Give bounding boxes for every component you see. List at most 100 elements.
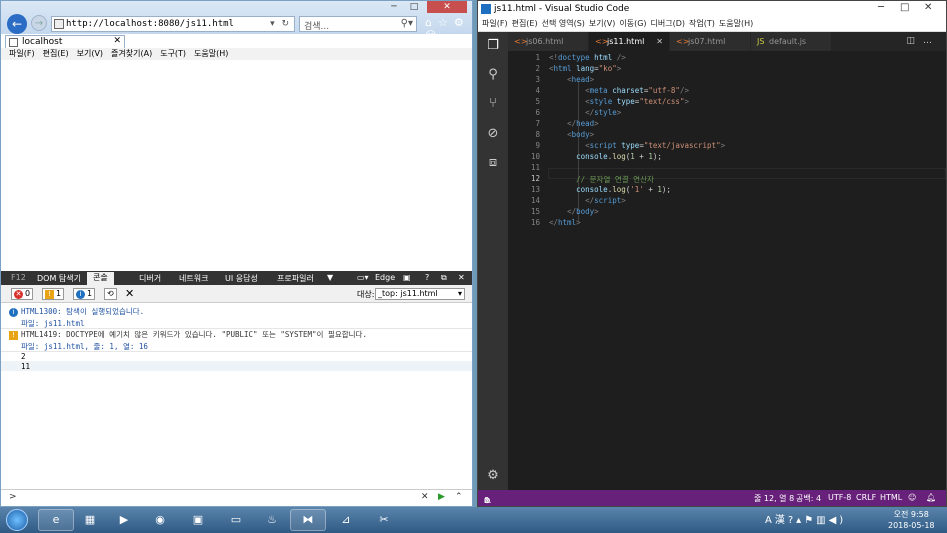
tab-close-icon[interactable]: ✕ (656, 32, 663, 51)
line-number: 5 (535, 97, 540, 106)
forward-button[interactable]: → (31, 15, 47, 31)
menu-selection[interactable]: 선택 영역(S) (542, 19, 585, 28)
warning-filter[interactable]: ! 1 (42, 288, 65, 300)
error-filter[interactable]: ✕ 0 (11, 288, 34, 300)
menu-help[interactable]: 도움말(H) (194, 49, 228, 58)
explorer-icon[interactable]: ❐ (485, 38, 501, 54)
devtools-tabbar: F12 DOM 탐색기 콘솔 디버거 네트워크 UI 응답성 프로파일러 ▼ ▭… (1, 271, 472, 285)
tab-profiler[interactable]: 프로파일러 (277, 273, 314, 284)
menu-favorites[interactable]: 즐겨찾기(A) (111, 49, 152, 58)
tab-default-js[interactable]: JS default.js (751, 32, 831, 51)
dock-icon[interactable]: ▣ (403, 273, 411, 282)
more-tabs-icon[interactable]: ▼ (327, 273, 333, 282)
tab-ui-responsiveness[interactable]: UI 응답성 (225, 273, 258, 284)
tab-js07[interactable]: <> js07.html (670, 32, 750, 51)
chrome-taskbar-icon[interactable]: ◉ (142, 509, 178, 531)
more-actions-icon[interactable]: … (923, 36, 940, 46)
explorer-taskbar-icon[interactable]: ▦ (72, 509, 108, 531)
network-icon[interactable]: ▥ (816, 515, 828, 526)
notifications-icon[interactable]: 🔔︎ (926, 493, 936, 502)
flag-icon[interactable]: ⚑ (804, 515, 816, 526)
search-icon[interactable]: ⚲▾ (401, 18, 413, 29)
menu-file[interactable]: 파일(F) (9, 49, 35, 58)
line-ending[interactable]: CRLF (856, 493, 876, 502)
ie-taskbar-icon[interactable]: e (38, 509, 74, 531)
menu-view[interactable]: 보기(V) (589, 19, 615, 28)
volume-icon[interactable]: ◀) (829, 515, 847, 526)
tab-close-icon[interactable]: ✕ (113, 36, 121, 46)
menu-file[interactable]: 파일(F) (482, 19, 508, 28)
menu-view[interactable]: 보기(V) (77, 49, 103, 58)
emulation-icon[interactable]: ▭▾ (357, 273, 369, 282)
devtools-close-icon[interactable]: ✕ (458, 273, 465, 282)
code-editor[interactable]: 1 <!doctype html /> 2 <html lang="ko"> 3… (508, 51, 946, 490)
target-select[interactable]: _top: js11.html ▾ (375, 288, 465, 300)
smiley-icon[interactable]: ☺ (425, 29, 442, 42)
home-icon[interactable]: ⌂ (425, 16, 438, 29)
vscode-taskbar-icon[interactable]: ⧓ (290, 509, 326, 531)
menu-tasks[interactable]: 작업(T) (689, 19, 715, 28)
vscode-titlebar: js11.html - Visual Studio Code ─ □ ✕ (478, 1, 946, 18)
run-icon[interactable]: ▶ (438, 492, 445, 502)
clear-input-icon[interactable]: ✕ (421, 492, 429, 502)
tab-js06[interactable]: <> js06.html (508, 32, 588, 51)
emulation-mode[interactable]: Edge (375, 273, 395, 282)
maximize-button[interactable]: □ (900, 2, 909, 13)
expand-icon[interactable]: ⌃ (455, 492, 463, 502)
minimize-button[interactable]: ─ (385, 1, 403, 13)
close-button[interactable]: ✕ (924, 2, 932, 13)
menu-edit[interactable]: 편집(E) (512, 19, 538, 28)
search-icon[interactable]: ⚲ (485, 67, 501, 83)
message-filter[interactable]: i1 (73, 288, 96, 300)
menu-help[interactable]: 도움말(H) (719, 19, 753, 28)
show-hidden-icons[interactable]: ▴ (796, 515, 804, 526)
start-button[interactable] (6, 509, 28, 531)
menu-edit[interactable]: 편집(E) (43, 49, 69, 58)
close-button[interactable]: ✕ (427, 1, 467, 13)
extensions-icon[interactable]: ⧈ (485, 155, 501, 171)
clear-console-icon[interactable]: ✕ (125, 287, 134, 300)
debug-icon[interactable]: ⊘ (485, 126, 501, 142)
ime-icon[interactable]: A漢 (765, 515, 788, 526)
terminal-taskbar-icon[interactable]: ▭ (218, 509, 254, 531)
refresh-icon[interactable]: ▾ ↻ (270, 19, 291, 29)
address-bar[interactable]: http://localhost:8080/js11.html ▾ ↻ (51, 16, 295, 32)
code-line: <style type="text/css"> (585, 97, 689, 106)
feedback-icon[interactable]: ☺ (908, 493, 916, 502)
tab-js11[interactable]: <> js11.html ✕ (589, 32, 669, 51)
menu-debug[interactable]: 디버그(D) (651, 19, 685, 28)
app-taskbar-icon[interactable]: ▣ (180, 509, 216, 531)
favorites-icon[interactable]: ☆ (438, 16, 454, 29)
gear-icon[interactable]: ⚙ (454, 16, 470, 29)
gear-icon[interactable]: ⚙ (485, 468, 501, 484)
media-player-taskbar-icon[interactable]: ▶ (106, 509, 142, 531)
console-input[interactable]: > ✕ ▶ ⌃ (1, 489, 472, 506)
tab-debugger[interactable]: 디버거 (139, 273, 161, 284)
split-editor-icon[interactable]: ◫ (906, 36, 923, 46)
tab-label: js11.html (607, 37, 645, 46)
acrobat-taskbar-icon[interactable]: ⊿ (328, 509, 364, 531)
language-mode[interactable]: HTML (880, 493, 902, 502)
source-control-icon[interactable]: ⑂ (485, 96, 501, 112)
minimize-button[interactable]: ─ (878, 2, 884, 13)
menu-go[interactable]: 이동(G) (619, 19, 646, 28)
encoding[interactable]: UTF-8 (828, 493, 851, 502)
java-taskbar-icon[interactable]: ♨ (254, 509, 290, 531)
tab-console[interactable]: 콘솔 (87, 272, 114, 285)
maximize-button[interactable]: □ (405, 1, 423, 13)
menu-tools[interactable]: 도구(T) (160, 49, 186, 58)
cursor-position[interactable]: 줄 12, 열 8 (754, 493, 794, 504)
clock[interactable]: 오전 9:58 2018-05-18 (888, 509, 935, 531)
snipping-tool-taskbar-icon[interactable]: ✂ (366, 509, 402, 531)
ie-tab[interactable]: localhost ✕ (5, 35, 125, 48)
tab-dom-explorer[interactable]: DOM 탐색기 (37, 273, 81, 284)
indentation[interactable]: 공백: 4 (796, 493, 821, 504)
search-box[interactable]: 검색... ⚲▾ (299, 16, 417, 32)
tab-network[interactable]: 네트워크 (179, 273, 208, 284)
help-icon[interactable]: ? (788, 515, 796, 526)
back-button[interactable]: ← (7, 14, 27, 34)
line-number: 12 (530, 174, 540, 183)
help-icon[interactable]: ? (425, 273, 429, 282)
clear-on-navigate-icon[interactable]: ⟲ (104, 288, 117, 300)
undock-icon[interactable]: ⧉ (441, 273, 447, 283)
